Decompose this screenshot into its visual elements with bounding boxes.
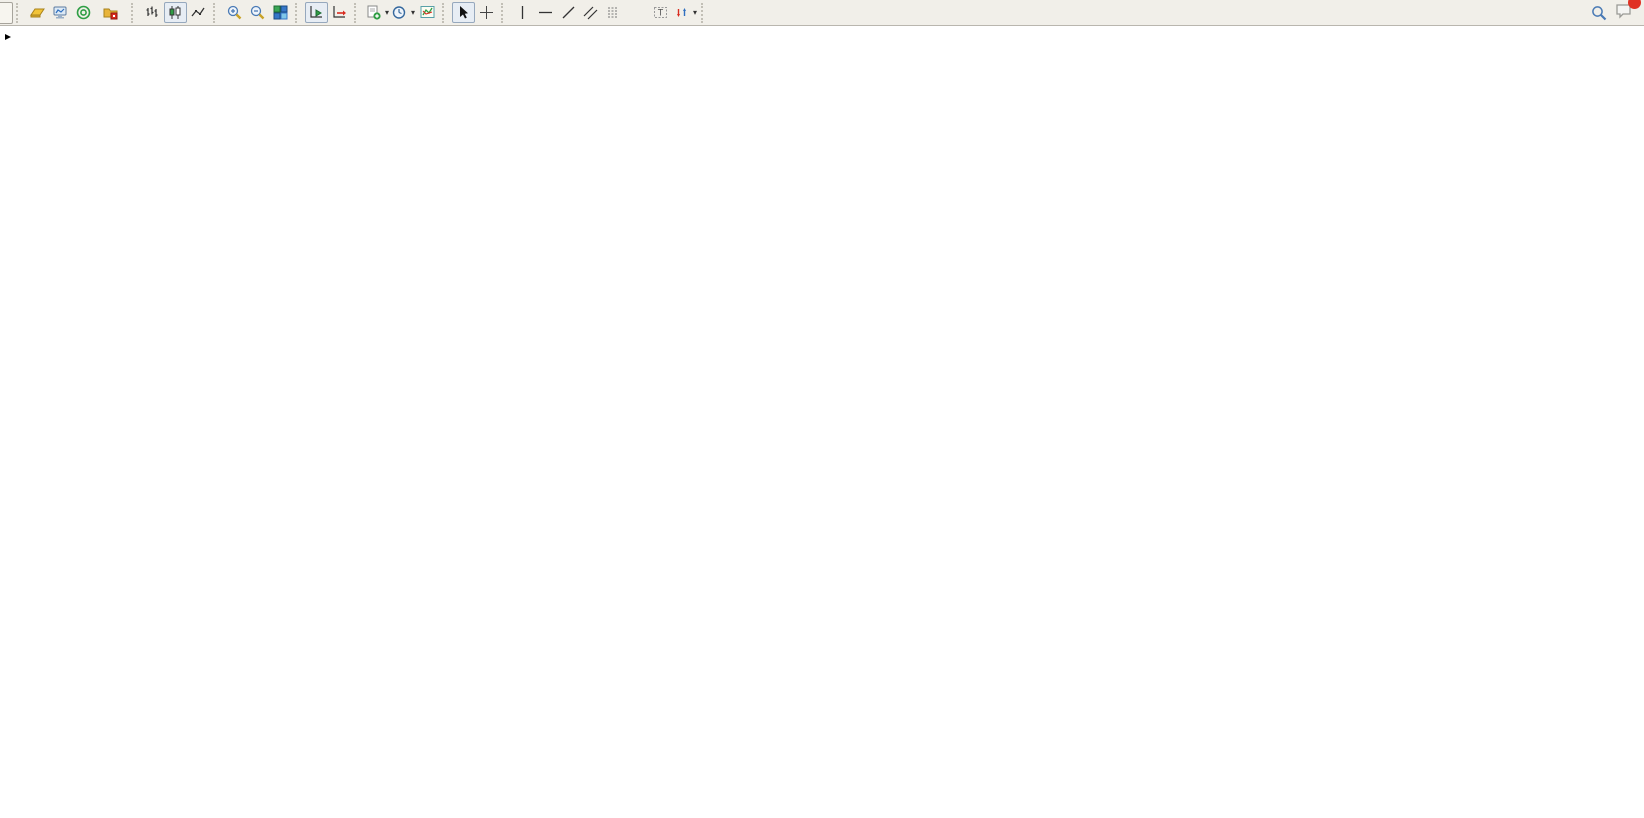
vertical-line-tool-button[interactable] [511,2,534,23]
auto-trading-button[interactable] [95,2,128,23]
chart-properties-button[interactable] [416,2,439,23]
crosshair-icon [478,4,495,21]
equidistant-channel-icon [582,4,599,21]
horizontal-line-icon [537,4,554,21]
zoom-in-button[interactable] [223,2,246,23]
navigator-icon [75,4,92,21]
chat-badge [1628,0,1641,9]
zoom-in-icon [226,4,243,21]
auto-scroll-button[interactable] [305,2,328,23]
tile-windows-icon [272,4,289,21]
text-label-icon: T [652,4,669,21]
label-tool-button[interactable]: T [649,2,672,23]
candlestick-chart-icon [167,4,184,21]
clock-icon [391,4,408,21]
channel-tool-button[interactable] [580,2,603,23]
fibonacci-icon [605,4,622,21]
dropdown-caret-icon: ▾ [385,8,389,17]
main-toolbar: ▾ ▾ [0,0,1644,26]
dropdown-caret-icon: ▾ [411,8,415,17]
horizontal-line-tool-button[interactable] [534,2,557,23]
bar-chart-button[interactable] [141,2,164,23]
chart-title [5,31,35,43]
toolbar-grip [442,3,449,23]
fibonacci-tool-button[interactable] [603,2,626,23]
new-order-button[interactable] [0,2,13,24]
trendline-tool-button[interactable] [557,2,580,23]
trendline-icon [560,4,577,21]
data-window-button[interactable] [49,2,72,23]
arrows-tool-button[interactable]: ▾ [672,2,698,23]
search-icon[interactable] [1590,4,1608,22]
svg-text:T: T [658,8,664,18]
toolbar-grip [16,3,23,23]
crosshair-tool-button[interactable] [475,2,498,23]
cursor-icon [455,4,472,21]
zoom-out-button[interactable] [246,2,269,23]
chart-properties-icon [419,4,436,21]
notifications-chat-button[interactable] [1614,1,1634,25]
monitor-icon [52,4,69,21]
toolbar-grip [701,3,708,23]
vertical-line-icon [514,4,531,21]
chart-canvas[interactable] [0,0,1644,818]
toolbar-grip [501,3,508,23]
zoom-out-icon [249,4,266,21]
cursor-tool-button[interactable] [452,2,475,23]
chart-shift-button[interactable] [328,2,351,23]
chart-shift-icon [331,4,348,21]
market-watch-button[interactable] [26,2,49,23]
one-click-trading-toggle-icon[interactable] [5,34,11,40]
toolbar-grip [213,3,220,23]
periods-button[interactable]: ▾ [390,2,416,23]
new-chart-button[interactable]: ▾ [364,2,390,23]
candlestick-chart-button[interactable] [164,2,187,23]
dropdown-caret-icon: ▾ [693,8,697,17]
text-tool-button[interactable] [626,2,649,23]
auto-scroll-icon [308,4,325,21]
arrows-icon [673,4,690,21]
toolbar-grip [295,3,302,23]
new-chart-icon [365,4,382,21]
toolbar-grip [131,3,138,23]
auto-trading-icon [102,4,119,21]
tile-windows-button[interactable] [269,2,292,23]
toolbar-grip [354,3,361,23]
line-chart-button[interactable] [187,2,210,23]
bar-chart-icon [144,4,161,21]
mt4-window: ▾ ▾ [0,0,1644,818]
navigator-button[interactable] [72,2,95,23]
gold-book-icon [29,4,46,21]
line-chart-icon [190,4,207,21]
